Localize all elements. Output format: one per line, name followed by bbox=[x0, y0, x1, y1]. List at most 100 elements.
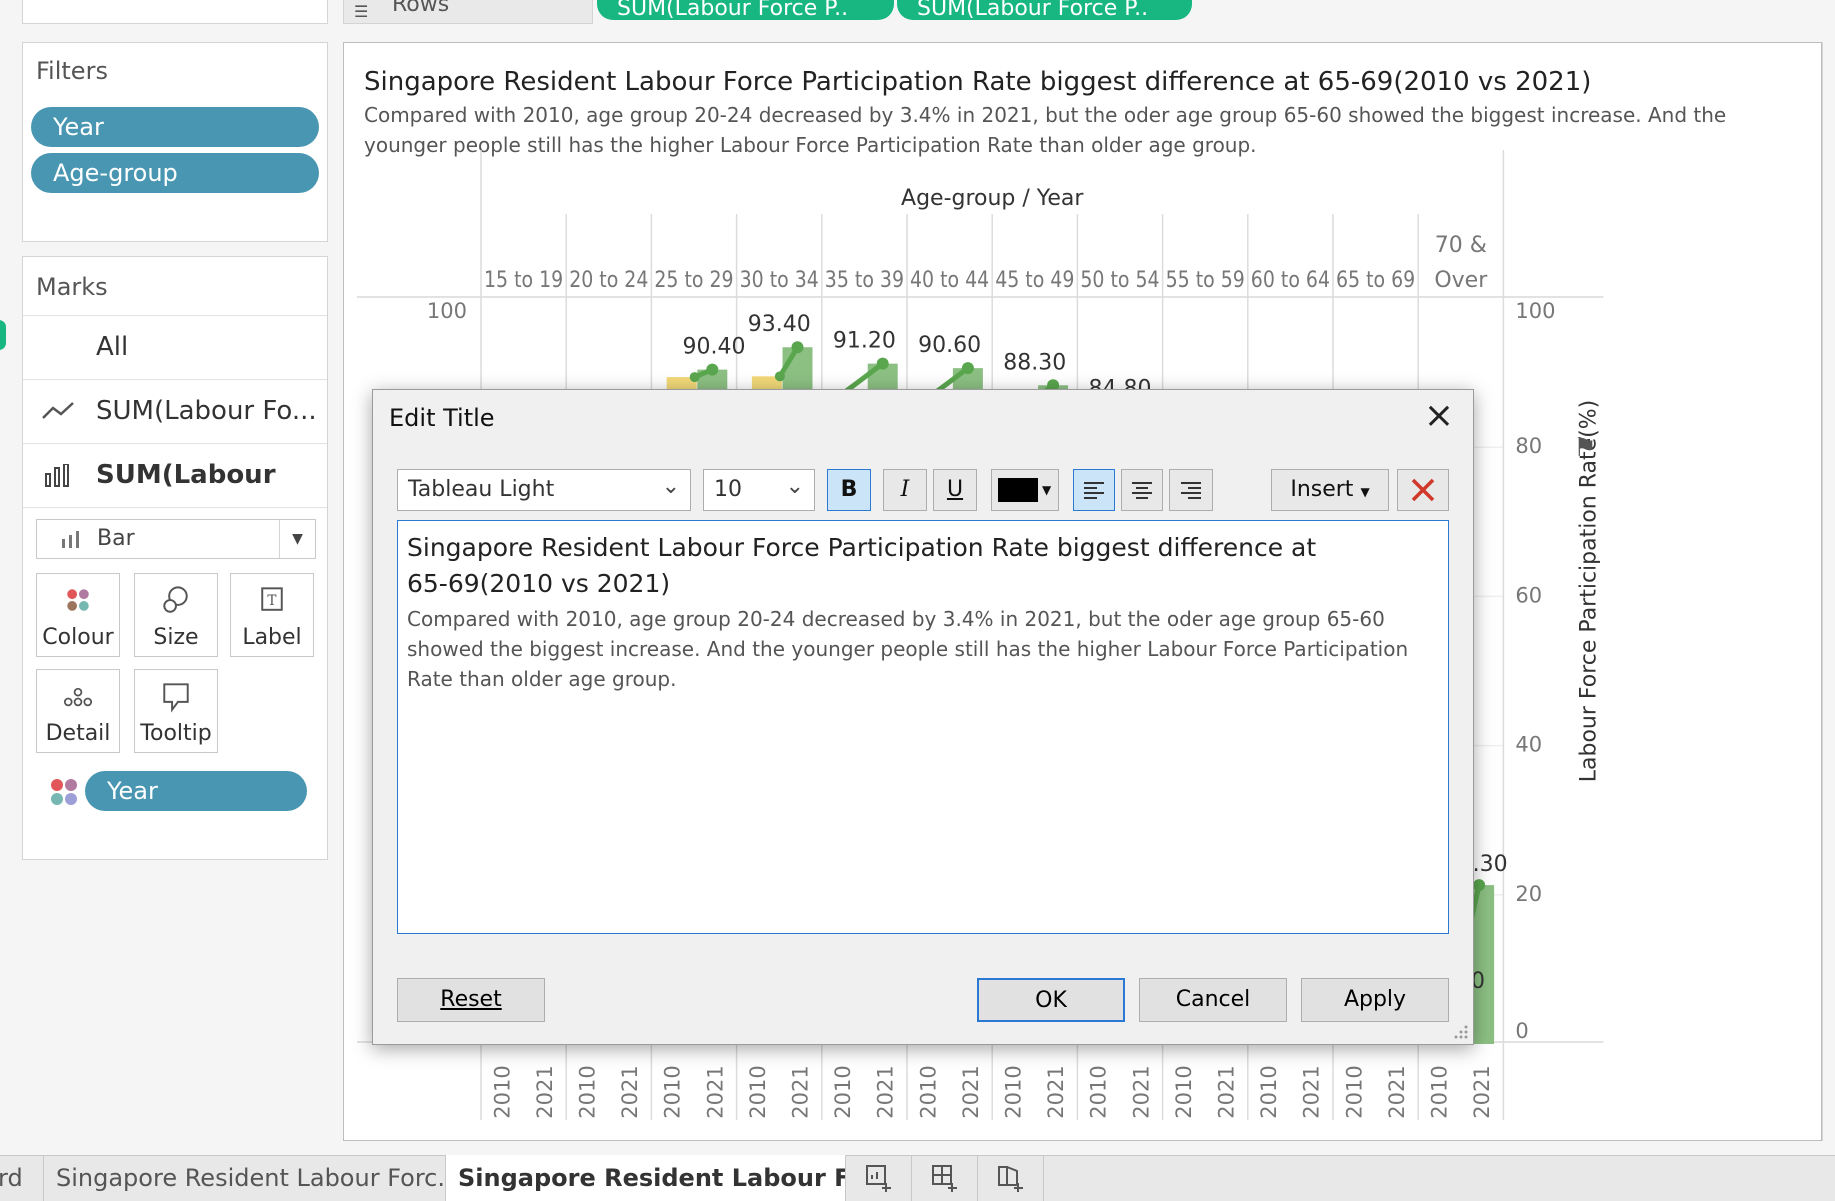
font-size-select[interactable]: 10 ⌄ bbox=[703, 469, 815, 511]
year-tick-label: 2021 bbox=[1470, 1065, 1494, 1118]
line-point-2010 bbox=[774, 371, 785, 382]
year-tick-label: 2021 bbox=[533, 1065, 557, 1118]
size-button[interactable]: Size bbox=[134, 573, 218, 657]
year-tick-label: 2010 bbox=[576, 1065, 600, 1118]
year-tick-label: 2021 bbox=[1385, 1065, 1409, 1118]
ok-button[interactable]: OK bbox=[977, 978, 1125, 1022]
align-center-button[interactable] bbox=[1121, 469, 1163, 511]
apply-button[interactable]: Apply bbox=[1301, 978, 1449, 1022]
year-tick-label: 2010 bbox=[490, 1065, 514, 1118]
color-swatch bbox=[998, 478, 1038, 502]
label-button[interactable]: T Label bbox=[230, 573, 314, 657]
year-tick-label: 2010 bbox=[661, 1065, 685, 1118]
new-dashboard-button[interactable] bbox=[912, 1155, 978, 1201]
marks-card: Marks All SUM(Labour Fo... SUM(Labour F.… bbox=[22, 256, 328, 860]
marks-title: Marks bbox=[36, 273, 108, 301]
rows-pill-2[interactable]: SUM(Labour Force P.. bbox=[897, 0, 1192, 20]
tooltip-button[interactable]: Tooltip bbox=[134, 669, 218, 753]
align-right-button[interactable] bbox=[1169, 469, 1213, 511]
category-header: 20 to 24 bbox=[569, 268, 648, 293]
reset-button[interactable]: Reset bbox=[397, 978, 545, 1022]
text-label-icon: T bbox=[261, 587, 283, 611]
line-mark-icon bbox=[42, 402, 74, 419]
cancel-button[interactable]: Cancel bbox=[1139, 978, 1287, 1022]
marks-all-label: All bbox=[96, 332, 129, 362]
year-tick-label: 2021 bbox=[1300, 1065, 1324, 1118]
category-header-line2: Over bbox=[1434, 268, 1488, 293]
year-tick-label: 2010 bbox=[746, 1065, 770, 1118]
ok-label: OK bbox=[1035, 988, 1067, 1013]
chevron-down-icon: ▼ bbox=[1042, 483, 1052, 497]
rows-pill-1[interactable]: SUM(Labour Force P.. bbox=[597, 0, 894, 20]
font-name-select[interactable]: Tableau Light ⌄ bbox=[397, 469, 691, 511]
tab-sheet-2[interactable]: Singapore Resident Labour For... bbox=[446, 1155, 846, 1201]
filters-title: Filters bbox=[36, 57, 108, 85]
italic-button[interactable]: I bbox=[883, 469, 927, 511]
size-label: Size bbox=[153, 625, 199, 650]
category-header: 50 to 54 bbox=[1080, 268, 1159, 293]
year-tick-label: 2021 bbox=[1129, 1065, 1153, 1118]
data-label: 90.40 bbox=[683, 335, 746, 360]
align-left-icon bbox=[1084, 482, 1104, 499]
text-color-picker[interactable]: ▼ bbox=[991, 469, 1059, 511]
left-accent-dot bbox=[0, 320, 6, 350]
line-point-2010 bbox=[689, 372, 700, 383]
rows-shelf bbox=[343, 0, 593, 24]
rows-pill-1-label: SUM(Labour Force P.. bbox=[617, 0, 849, 20]
category-header: 30 to 34 bbox=[740, 268, 819, 293]
underline-button[interactable]: U bbox=[933, 469, 977, 511]
colour-pill-year[interactable]: Year bbox=[85, 771, 307, 811]
tab-sheet-1[interactable]: Singapore Resident Labour Forc... bbox=[44, 1155, 446, 1201]
tooltip-label: Tooltip bbox=[140, 721, 212, 746]
data-label: 90.60 bbox=[918, 333, 981, 358]
filter-pill-year[interactable]: Year bbox=[31, 107, 319, 147]
year-tick-label: 2010 bbox=[1342, 1065, 1366, 1118]
align-left-button[interactable] bbox=[1073, 469, 1115, 511]
new-story-button[interactable] bbox=[978, 1155, 1044, 1201]
line-point-2021 bbox=[706, 363, 719, 376]
marks-line-measure-tab[interactable]: SUM(Labour Fo... bbox=[23, 379, 327, 441]
year-tick-label: 2021 bbox=[618, 1065, 642, 1118]
mark-type-select[interactable]: Bar ▼ bbox=[36, 519, 316, 559]
resize-grip-icon[interactable] bbox=[1453, 1024, 1469, 1040]
colour-button[interactable]: Colour bbox=[36, 573, 120, 657]
category-header: 15 to 19 bbox=[484, 268, 563, 293]
new-story-icon bbox=[997, 1166, 1023, 1192]
editor-body-line3: Rate than older age group. bbox=[407, 667, 677, 691]
tab-dashboard[interactable]: rd bbox=[0, 1155, 44, 1201]
year-tick-label: 2021 bbox=[874, 1065, 898, 1118]
new-worksheet-icon bbox=[865, 1165, 891, 1192]
font-name-value: Tableau Light bbox=[408, 477, 555, 502]
category-header-line1: 70 & bbox=[1435, 233, 1487, 258]
bold-icon: B bbox=[840, 477, 858, 502]
pin-icon: ⚑ bbox=[1573, 433, 1596, 463]
category-header: 65 to 69 bbox=[1336, 268, 1415, 293]
line-point-2021 bbox=[961, 362, 974, 375]
marks-bar-measure-tab[interactable]: SUM(Labour F... bbox=[23, 443, 327, 552]
chevron-down-icon: ⌄ bbox=[785, 474, 804, 499]
new-worksheet-button[interactable] bbox=[846, 1155, 912, 1201]
svg-text:T: T bbox=[267, 593, 276, 609]
detail-icon bbox=[63, 687, 93, 707]
category-header: 40 to 44 bbox=[910, 268, 989, 293]
year-tick-label: 2010 bbox=[1087, 1065, 1111, 1118]
right-axis-tick: 80 bbox=[1515, 434, 1542, 458]
chevron-down-icon: ▼ bbox=[279, 520, 315, 558]
cancel-label: Cancel bbox=[1175, 987, 1251, 1012]
bold-button[interactable]: B bbox=[827, 469, 871, 511]
category-header: 35 to 39 bbox=[825, 268, 904, 293]
detail-button[interactable]: Detail bbox=[36, 669, 120, 753]
year-tick-label: 2010 bbox=[1002, 1065, 1026, 1118]
tab-sheet-1-label: Singapore Resident Labour Forc... bbox=[56, 1164, 446, 1192]
tab-sheet-2-label: Singapore Resident Labour For... bbox=[458, 1164, 845, 1192]
marks-all-tab[interactable]: All bbox=[23, 315, 327, 377]
data-label: 91.20 bbox=[833, 329, 896, 354]
clear-formatting-button[interactable] bbox=[1397, 469, 1449, 511]
new-dashboard-icon bbox=[931, 1165, 957, 1192]
title-text-editor[interactable]: Singapore Resident Labour Force Particip… bbox=[397, 520, 1449, 934]
underline-icon: U bbox=[946, 477, 964, 502]
close-icon[interactable]: × bbox=[1419, 396, 1459, 436]
filter-pill-age-group[interactable]: Age-group bbox=[31, 153, 319, 193]
data-label: 88.30 bbox=[1003, 350, 1066, 375]
insert-button[interactable]: Insert ▼ bbox=[1271, 469, 1389, 511]
